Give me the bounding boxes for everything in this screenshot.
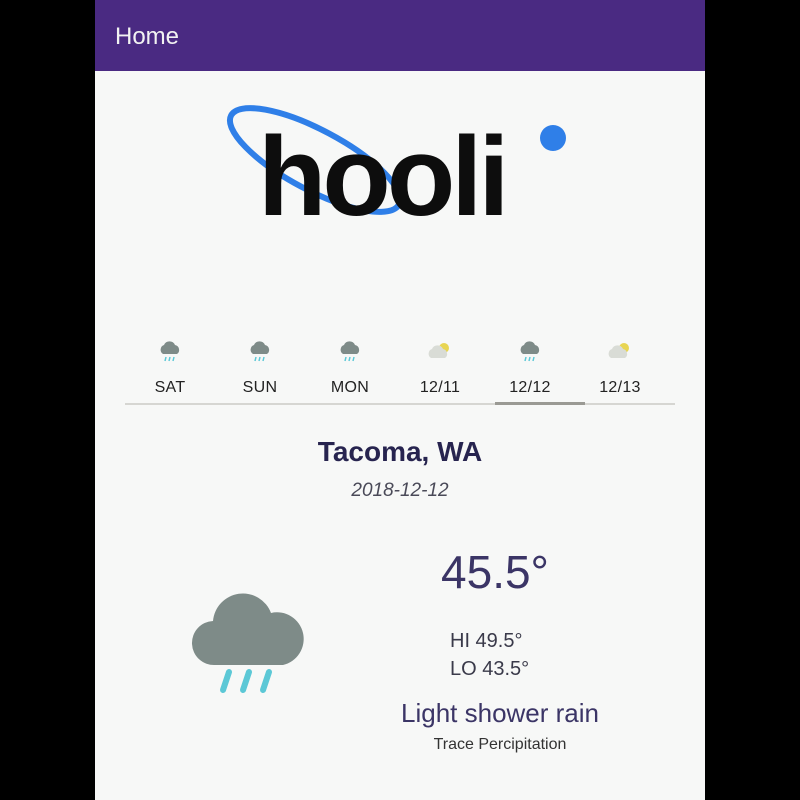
tabs-divider [125, 403, 675, 405]
tab-12-13[interactable]: 12/13 [575, 330, 665, 404]
tab-12-12[interactable]: 12/12 [485, 330, 575, 404]
tab-label: SAT [154, 379, 186, 396]
tab-label: MON [330, 379, 370, 396]
forecast-date: 2018-12-12 [351, 480, 449, 501]
rain-cloud-icon [335, 338, 365, 364]
app-screen: Home hooli SAT SUN MON 12/11 12/12 12/13… [95, 0, 705, 800]
app-bar-title: Home [115, 23, 180, 50]
low-temperature: LO 43.5° [450, 658, 530, 680]
forecast-tabs: SAT SUN MON 12/11 12/12 12/13 [125, 330, 675, 406]
rain-cloud-icon [155, 338, 185, 364]
tab-label: 12/11 [419, 379, 461, 396]
tab-sat[interactable]: SAT [125, 330, 215, 404]
high-temperature: HI 49.5° [450, 630, 523, 652]
tab-label: 12/12 [509, 379, 551, 396]
tab-12-11[interactable]: 12/11 [395, 330, 485, 404]
current-temperature: 45.5° [441, 546, 549, 598]
partly-cloudy-icon [425, 338, 455, 364]
app-bar: Home [95, 0, 705, 71]
tab-mon[interactable]: MON [305, 330, 395, 404]
rain-cloud-icon [185, 570, 315, 700]
tab-sun[interactable]: SUN [215, 330, 305, 404]
tab-label: SUN [242, 379, 278, 396]
hooli-logo: hooli [220, 105, 580, 239]
selected-tab-indicator [495, 402, 585, 405]
city-name: Tacoma, WA [317, 436, 483, 467]
partly-cloudy-icon [605, 338, 635, 364]
weather-description: Light shower rain [401, 698, 599, 728]
rain-cloud-icon [515, 338, 545, 364]
svg-text:hooli: hooli [258, 114, 505, 230]
rain-cloud-icon [245, 338, 275, 364]
tab-label: 12/13 [599, 379, 641, 396]
precipitation-text: Trace Percipitation [433, 736, 567, 753]
